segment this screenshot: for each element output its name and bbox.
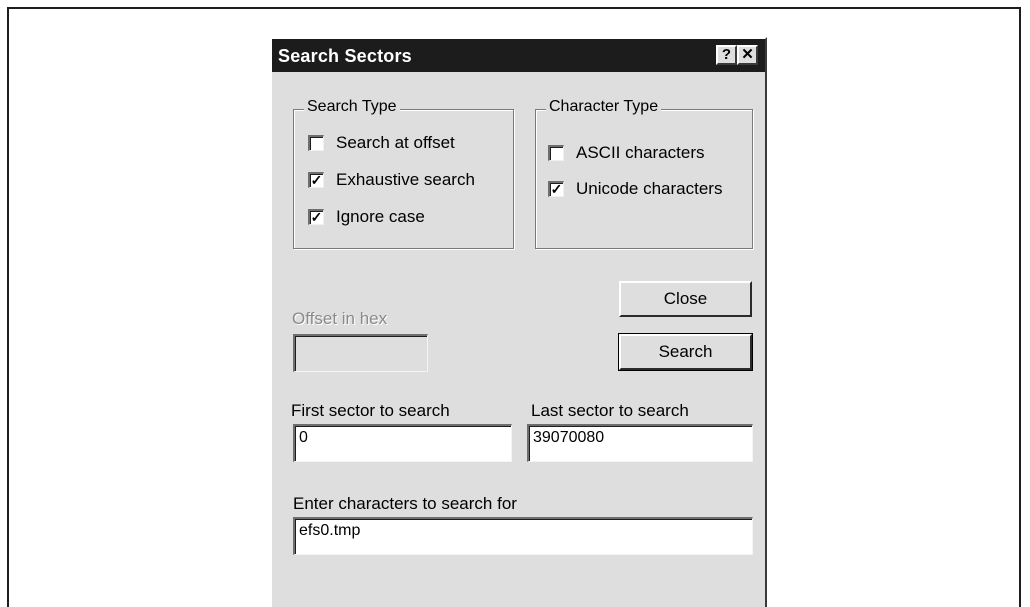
unicode-characters-label: Unicode characters xyxy=(576,179,723,198)
ignore-case-label: Ignore case xyxy=(336,207,425,226)
search-at-offset-option[interactable]: Search at offset xyxy=(308,132,455,154)
search-characters-input[interactable]: efs0.tmp xyxy=(293,517,753,555)
first-sector-label: First sector to search xyxy=(291,401,450,420)
last-sector-label: Last sector to search xyxy=(531,401,689,420)
checkmark-icon: ✓ xyxy=(550,181,563,197)
offset-in-hex-label: Offset in hex xyxy=(292,309,388,328)
checkmark-icon: ✓ xyxy=(310,209,323,225)
exhaustive-search-option[interactable]: ✓ Exhaustive search xyxy=(308,169,475,191)
search-sectors-dialog: Search Sectors ? ✕ Search Type Search at… xyxy=(270,37,767,607)
ignore-case-checkbox[interactable]: ✓ xyxy=(308,209,324,225)
exhaustive-search-checkbox[interactable]: ✓ xyxy=(308,172,324,188)
help-button[interactable]: ? xyxy=(716,45,737,65)
ascii-characters-checkbox[interactable] xyxy=(548,145,564,161)
offset-in-hex-input[interactable] xyxy=(293,334,428,372)
close-button[interactable]: Close xyxy=(619,281,752,317)
search-button[interactable]: Search xyxy=(618,333,753,371)
search-at-offset-checkbox[interactable] xyxy=(308,135,324,151)
character-type-legend: Character Type xyxy=(546,98,662,116)
ignore-case-option[interactable]: ✓ Ignore case xyxy=(308,206,425,228)
search-type-group: Search Type Search at offset ✓ Exhaustiv… xyxy=(293,98,514,249)
exhaustive-search-label: Exhaustive search xyxy=(336,170,475,189)
close-icon: ✕ xyxy=(741,46,754,63)
close-window-button[interactable]: ✕ xyxy=(737,45,758,65)
search-characters-label: Enter characters to search for xyxy=(293,494,517,513)
first-sector-input[interactable]: 0 xyxy=(293,424,512,462)
title-bar[interactable]: Search Sectors ? ✕ xyxy=(272,39,765,72)
unicode-characters-option[interactable]: ✓ Unicode characters xyxy=(548,178,750,200)
unicode-characters-checkbox[interactable]: ✓ xyxy=(548,181,564,197)
ascii-characters-option[interactable]: ASCII characters xyxy=(548,142,750,164)
last-sector-input[interactable]: 39070080 xyxy=(527,424,753,462)
help-icon: ? xyxy=(721,46,732,63)
character-type-group: Character Type ASCII characters ✓ Unicod… xyxy=(535,98,753,249)
checkmark-icon: ✓ xyxy=(310,172,323,188)
search-at-offset-label: Search at offset xyxy=(336,133,455,152)
search-type-legend: Search Type xyxy=(304,98,400,116)
ascii-characters-label: ASCII characters xyxy=(576,143,705,162)
dialog-title: Search Sectors xyxy=(278,46,412,66)
